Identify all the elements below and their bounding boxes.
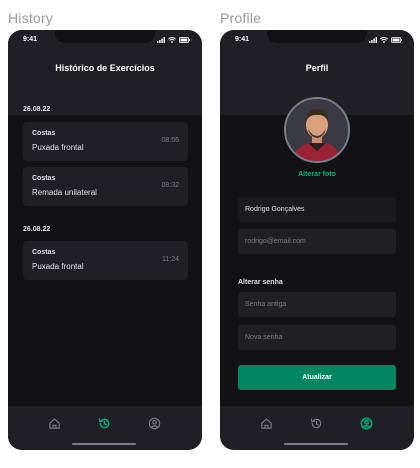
exercise-group: Costas: [32, 249, 56, 256]
tab-bar: [8, 406, 202, 450]
status-icons: [157, 37, 190, 43]
wifi-icon: [168, 37, 176, 43]
status-icons: [369, 37, 402, 43]
exercise-group: Costas: [32, 175, 56, 182]
history-screen: 9:41 Histórico de Exercícios 26.08.22 Co…: [8, 30, 202, 450]
signal-icon: [369, 37, 377, 43]
home-icon[interactable]: [48, 417, 61, 430]
wifi-icon: [380, 37, 388, 43]
tab-bar: [220, 406, 414, 450]
avatar-photo: [286, 99, 348, 161]
avatar[interactable]: [284, 97, 350, 163]
new-password-field[interactable]: Nova senha: [238, 325, 396, 350]
signal-icon: [157, 37, 165, 43]
section-date: 26.08.22: [23, 226, 51, 233]
status-time: 9:41: [23, 36, 38, 43]
name-field[interactable]: Rodrigo Gonçalves: [238, 197, 396, 222]
history-frame-label: History: [8, 10, 53, 26]
exercise-name: Puxada frontal: [32, 143, 84, 152]
battery-icon: [179, 37, 190, 43]
profile-icon[interactable]: [148, 417, 161, 430]
exercise-card[interactable]: Costas Puxada frontal 11:24: [23, 241, 188, 280]
old-password-field[interactable]: Senha antiga: [238, 292, 396, 317]
update-button[interactable]: Atualizar: [238, 365, 396, 390]
home-icon[interactable]: [260, 417, 273, 430]
exercise-time: 08:32: [161, 182, 179, 189]
email-field[interactable]: rodrigo@email.com: [238, 229, 396, 254]
profile-frame-label: Profile: [220, 10, 262, 26]
device-notch: [267, 30, 367, 43]
home-indicator: [284, 443, 348, 445]
page-title: Perfil: [305, 63, 329, 73]
home-indicator: [72, 443, 136, 445]
history-header: 9:41 Histórico de Exercícios: [8, 30, 202, 115]
profile-screen: 9:41 Perfil Alterar foto Rodrigo Gonçalv…: [220, 30, 414, 450]
exercise-time: 11:24: [162, 256, 179, 263]
page-title: Histórico de Exercícios: [55, 63, 155, 73]
battery-icon: [391, 37, 402, 43]
exercise-time: 08:56: [161, 137, 179, 144]
exercise-group: Costas: [32, 130, 56, 137]
device-notch: [55, 30, 155, 43]
exercise-name: Puxada frontal: [32, 262, 84, 271]
exercise-card[interactable]: Costas Puxada frontal 08:56: [23, 122, 188, 161]
password-section-title: Alterar senha: [238, 279, 283, 286]
exercise-name: Remada unilateral: [32, 188, 97, 197]
status-time: 9:41: [235, 36, 250, 43]
profile-icon[interactable]: [360, 417, 373, 430]
change-photo-button[interactable]: Alterar foto: [220, 171, 414, 178]
history-icon[interactable]: [98, 417, 111, 430]
exercise-card[interactable]: Costas Remada unilateral 08:32: [23, 167, 188, 206]
history-icon[interactable]: [310, 417, 323, 430]
section-date: 26.08.22: [23, 106, 51, 113]
